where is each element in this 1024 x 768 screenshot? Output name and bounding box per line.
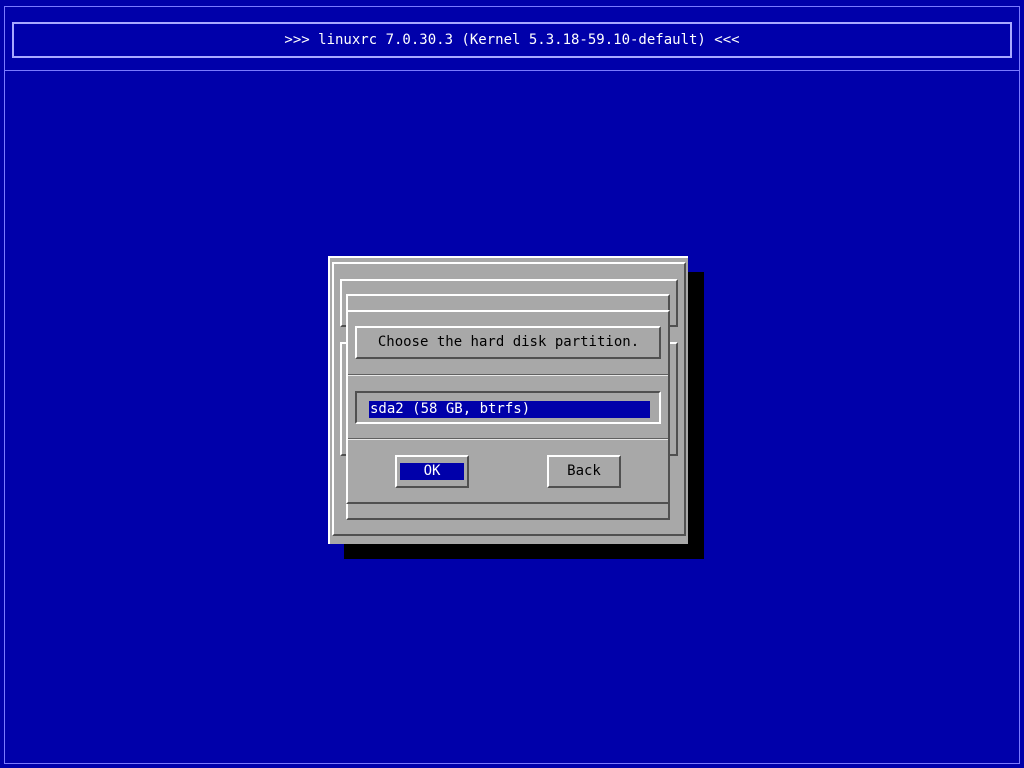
title-separator xyxy=(4,70,1020,71)
window-title: >>> linuxrc 7.0.30.3 (Kernel 5.3.18-59.1… xyxy=(12,22,1012,58)
dialog-prompt: Choose the hard disk partition. xyxy=(377,334,640,350)
ok-button-label: OK xyxy=(400,463,464,480)
linuxrc-screen: >>> linuxrc 7.0.30.3 (Kernel 5.3.18-59.1… xyxy=(0,0,1024,768)
divider-top xyxy=(348,374,668,376)
partition-item-sda2[interactable]: sda2 (58 GB, btrfs) xyxy=(369,401,650,418)
divider-bottom xyxy=(348,438,668,440)
back-button-label: Back xyxy=(567,463,601,479)
partition-list[interactable]: sda2 (58 GB, btrfs) xyxy=(355,391,661,424)
ok-button[interactable]: OK xyxy=(395,455,469,488)
back-button[interactable]: Back xyxy=(547,455,621,488)
